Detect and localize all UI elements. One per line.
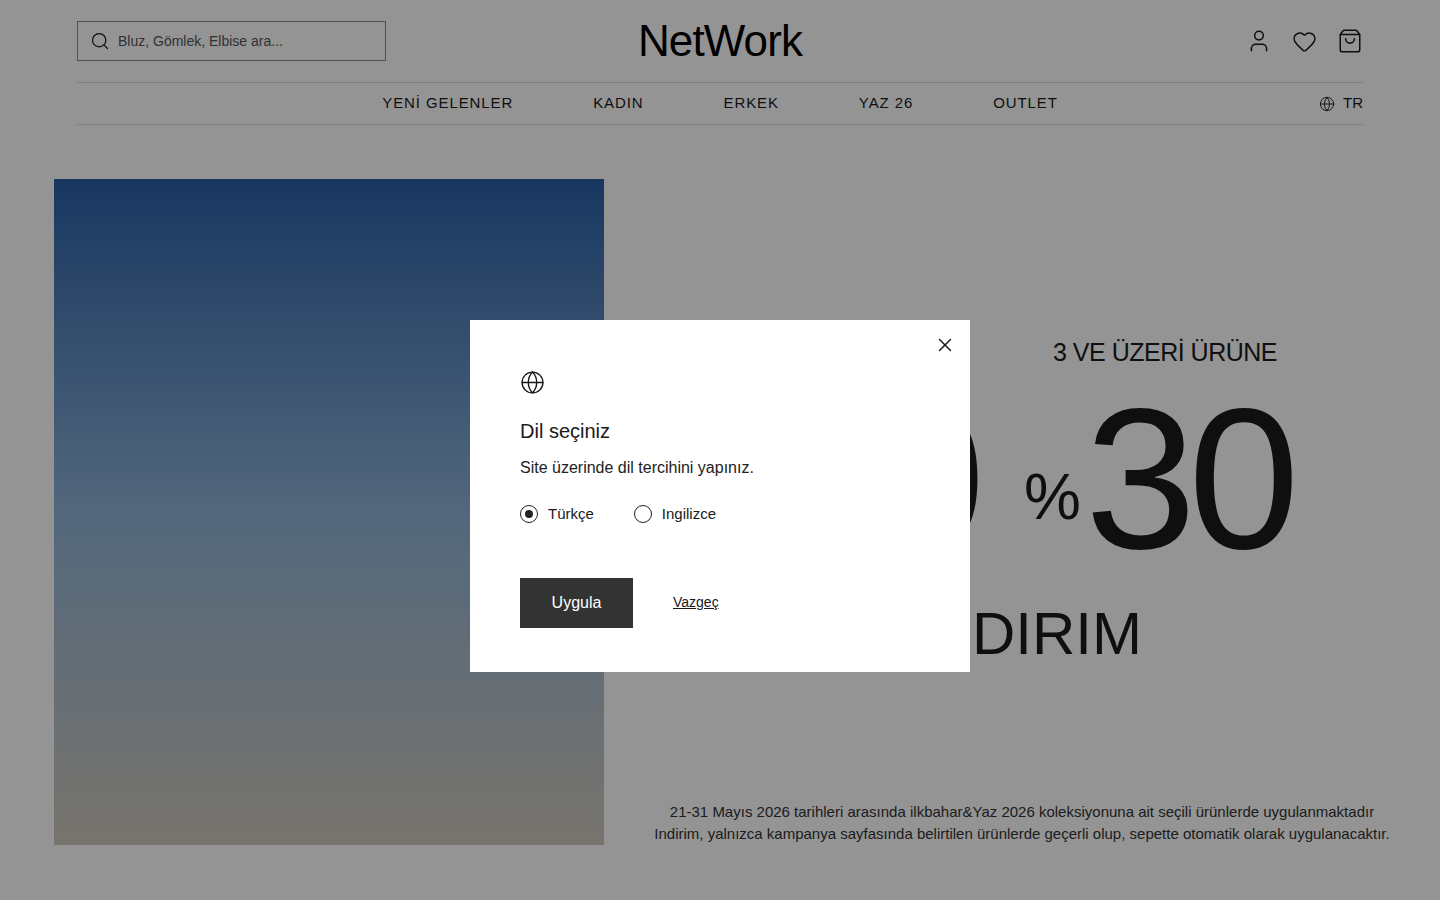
language-radio[interactable]: Türkçe xyxy=(520,503,594,526)
language-options: Türkçe Ingilizce xyxy=(520,503,920,526)
language-radio[interactable]: Ingilizce xyxy=(634,503,716,526)
close-icon xyxy=(934,334,956,356)
dialog-title: Dil seçiniz xyxy=(520,417,920,445)
close-button[interactable] xyxy=(934,334,956,356)
dialog-description: Site üzerinde dil tercihini yapınız. xyxy=(520,457,920,479)
page: Bluz, Gömlek, Elbise ara...NetWorkYENİ G… xyxy=(0,0,1440,900)
cancel-button[interactable]: Vazgeç xyxy=(673,592,719,613)
apply-button[interactable]: Uygula xyxy=(520,578,633,628)
language-dialog: Dil seçiniz Site üzerinde dil tercihini y… xyxy=(470,320,970,672)
globe-icon xyxy=(520,370,545,395)
